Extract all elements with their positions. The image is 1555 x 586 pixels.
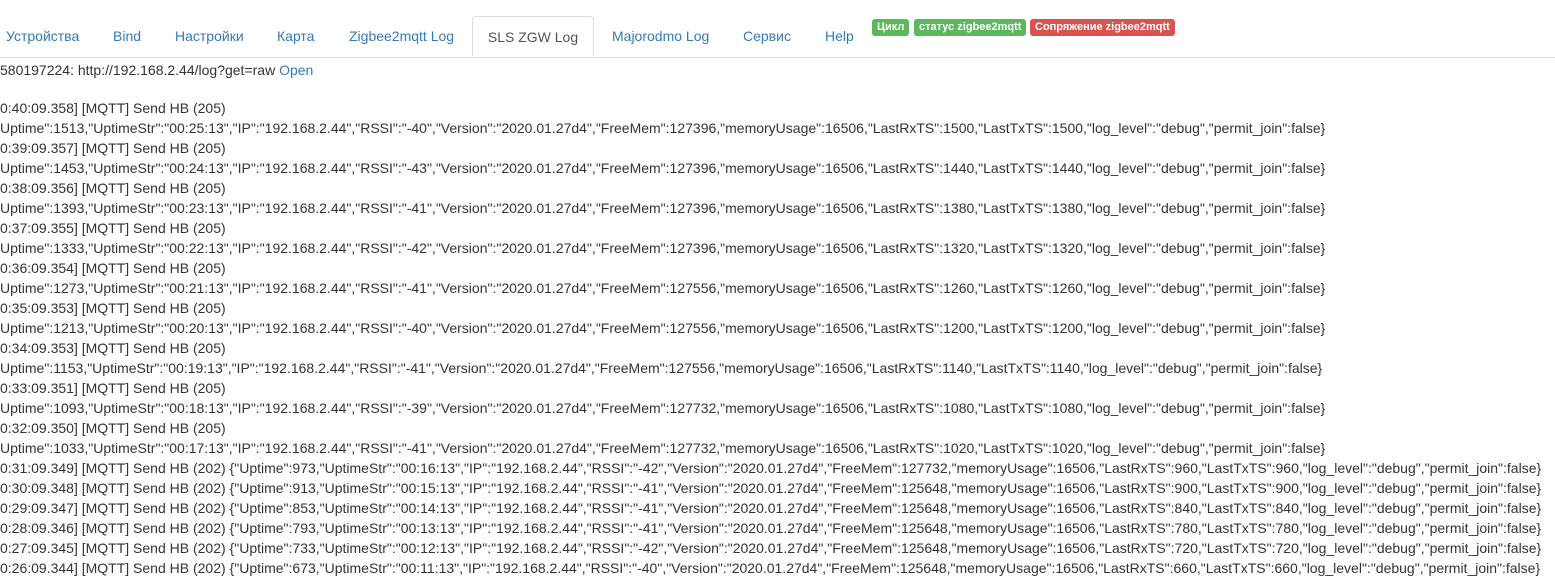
log-output: 0:40:09.358] [MQTT] Send HB (205) Uptime"…	[0, 98, 1555, 578]
log-line: 0:38:09.356] [MQTT] Send HB (205)	[0, 180, 226, 196]
log-line: 0:32:09.350] [MQTT] Send HB (205)	[0, 420, 226, 436]
log-line: 0:35:09.353] [MQTT] Send HB (205)	[0, 300, 226, 316]
log-line: Uptime":1273,"UptimeStr":"00:21:13","IP"…	[0, 280, 1326, 296]
tab-service[interactable]: Сервис	[743, 16, 791, 57]
log-line: 0:29:09.347] [MQTT] Send HB (202) {"Upti…	[0, 500, 1542, 516]
zigbee2mqtt-status-badge[interactable]: статус zigbee2mqtt	[914, 19, 1027, 36]
tab-bar: Устройства Bind Настройки Карта Zigbee2m…	[0, 0, 1555, 58]
log-line: Uptime":1393,"UptimeStr":"00:23:13","IP"…	[0, 200, 1326, 216]
tab-bind[interactable]: Bind	[113, 16, 141, 57]
log-line: Uptime":1033,"UptimeStr":"00:17:13","IP"…	[0, 440, 1326, 456]
log-line: 0:30:09.348] [MQTT] Send HB (202) {"Upti…	[0, 480, 1542, 496]
log-line: 0:26:09.344] [MQTT] Send HB (202) {"Upti…	[0, 560, 1541, 576]
log-line: Uptime":1213,"UptimeStr":"00:20:13","IP"…	[0, 320, 1326, 336]
tab-help[interactable]: Help	[825, 16, 854, 57]
log-line: 0:39:09.357] [MQTT] Send HB (205)	[0, 140, 226, 156]
zigbee2mqtt-pairing-badge[interactable]: Сопряжение zigbee2mqtt	[1030, 19, 1175, 36]
tab-devices[interactable]: Устройства	[6, 16, 79, 57]
tab-majordomo-log[interactable]: Majorodmo Log	[612, 16, 709, 57]
log-line: 0:33:09.351] [MQTT] Send HB (205)	[0, 380, 226, 396]
open-log-link[interactable]: Open	[279, 62, 313, 78]
log-line: Uptime":1153,"UptimeStr":"00:19:13","IP"…	[0, 360, 1323, 376]
tab-map[interactable]: Карта	[277, 16, 314, 57]
log-line: 0:36:09.354] [MQTT] Send HB (205)	[0, 260, 226, 276]
log-source-line: 580197224: http://192.168.2.44/log?get=r…	[0, 60, 313, 80]
log-line: Uptime":1333,"UptimeStr":"00:22:13","IP"…	[0, 240, 1326, 256]
tab-sls-zgw-log[interactable]: SLS ZGW Log	[472, 16, 594, 57]
log-panel: 580197224: http://192.168.2.44/log?get=r…	[0, 58, 1555, 586]
cycle-badge[interactable]: Цикл	[872, 19, 910, 36]
tab-zigbee2mqtt-log[interactable]: Zigbee2mqtt Log	[349, 16, 454, 57]
log-line: 0:27:09.345] [MQTT] Send HB (202) {"Upti…	[0, 540, 1542, 556]
tab-settings[interactable]: Настройки	[175, 16, 244, 57]
log-line: 0:40:09.358] [MQTT] Send HB (205)	[0, 100, 226, 116]
log-line: Uptime":1093,"UptimeStr":"00:18:13","IP"…	[0, 400, 1326, 416]
log-line: Uptime":1513,"UptimeStr":"00:25:13","IP"…	[0, 120, 1326, 136]
log-source-url: 580197224: http://192.168.2.44/log?get=r…	[0, 62, 276, 78]
log-line: 0:31:09.349] [MQTT] Send HB (202) {"Upti…	[0, 460, 1542, 476]
log-line: 0:34:09.353] [MQTT] Send HB (205)	[0, 340, 226, 356]
log-line: 0:28:09.346] [MQTT] Send HB (202) {"Upti…	[0, 520, 1542, 536]
log-line: Uptime":1453,"UptimeStr":"00:24:13","IP"…	[0, 160, 1326, 176]
log-line: 0:37:09.355] [MQTT] Send HB (205)	[0, 220, 226, 236]
